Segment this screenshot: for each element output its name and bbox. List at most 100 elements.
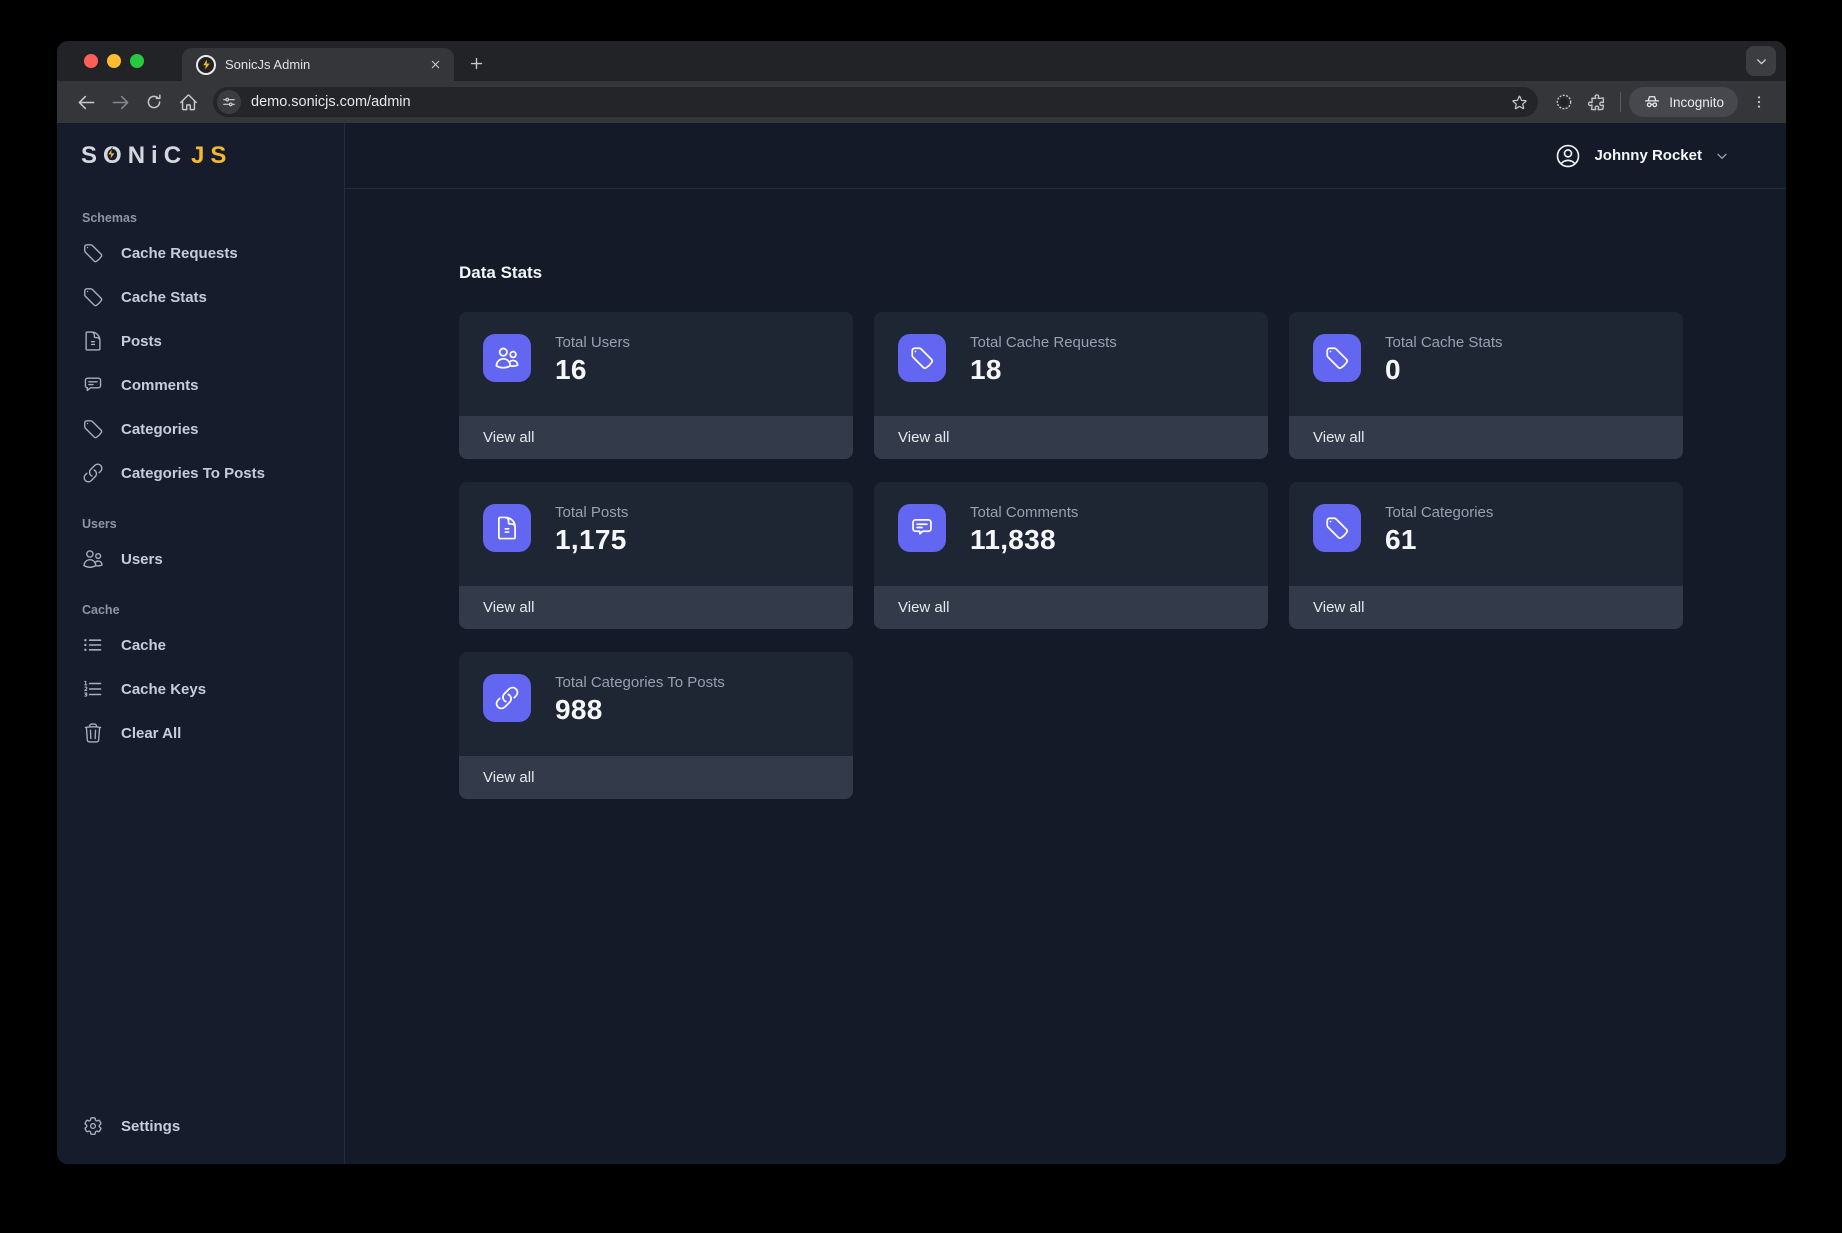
section-label-users: Users <box>57 495 344 537</box>
sidebar-item-label: Cache Stats <box>121 289 207 306</box>
main-header: Johnny Rocket <box>345 123 1786 189</box>
new-tab-button[interactable] <box>462 49 490 77</box>
url-text[interactable]: demo.sonicjs.com/admin <box>251 94 1506 110</box>
stat-label: Total Users <box>555 334 630 351</box>
tab-close-icon[interactable] <box>426 56 444 74</box>
user-menu[interactable]: Johnny Rocket <box>1554 142 1730 170</box>
sidebar-item-cache[interactable]: Cache <box>57 623 344 667</box>
sidebar-item-categories-to-posts[interactable]: Categories To Posts <box>57 451 344 495</box>
sidebar-item-label: Categories To Posts <box>121 465 265 482</box>
sidebar-item-settings[interactable]: Settings <box>57 1104 344 1148</box>
stat-value: 18 <box>970 354 1117 386</box>
url-bar[interactable]: demo.sonicjs.com/admin <box>213 87 1538 117</box>
section-label-cache: Cache <box>57 581 344 623</box>
zoom-window-button[interactable] <box>130 54 144 68</box>
main-area: Johnny Rocket Data Stats Total Users 16 <box>345 123 1786 1164</box>
close-window-button[interactable] <box>84 54 98 68</box>
stat-value: 16 <box>555 354 630 386</box>
sidebar: SONiCJS Schemas Cache Requests Cache Sta… <box>57 123 345 1164</box>
dashboard-content: Data Stats Total Users 16 View all <box>345 189 1786 1164</box>
toolbar-separator <box>1620 92 1621 112</box>
logo-row: SONiCJS <box>57 123 344 189</box>
forward-button[interactable] <box>103 85 137 119</box>
back-button[interactable] <box>69 85 103 119</box>
trash-icon <box>82 722 104 744</box>
list-icon <box>82 634 104 656</box>
browser-tab[interactable]: SonicJs Admin <box>182 48 454 81</box>
sidebar-item-label: Posts <box>121 333 162 350</box>
browser-menu-icon[interactable] <box>1744 87 1774 117</box>
sidebar-item-label: Categories <box>121 421 199 438</box>
view-all-link[interactable]: View all <box>459 416 853 459</box>
bookmark-star-icon[interactable] <box>1506 89 1532 115</box>
sidebar-item-categories[interactable]: Categories <box>57 407 344 451</box>
sonicjs-favicon-icon <box>196 55 216 75</box>
tab-title: SonicJs Admin <box>225 57 426 72</box>
users-icon <box>483 334 531 382</box>
stat-card-total-categories: Total Categories 61 View all <box>1289 482 1683 629</box>
reload-button[interactable] <box>137 85 171 119</box>
stat-card-total-cache-stats: Total Cache Stats 0 View all <box>1289 312 1683 459</box>
home-button[interactable] <box>171 85 205 119</box>
minimize-window-button[interactable] <box>107 54 121 68</box>
section-label-schemas: Schemas <box>57 189 344 231</box>
tag-icon <box>82 286 104 308</box>
stat-label: Total Posts <box>555 504 628 521</box>
sidebar-item-label: Cache Requests <box>121 245 238 262</box>
site-info-icon[interactable] <box>217 90 241 114</box>
stat-value: 61 <box>1385 524 1493 556</box>
stat-value: 1,175 <box>555 524 628 556</box>
stat-card-total-posts: Total Posts 1,175 View all <box>459 482 853 629</box>
sidebar-item-users[interactable]: Users <box>57 537 344 581</box>
sonicjs-admin-app: SONiCJS Schemas Cache Requests Cache Sta… <box>57 123 1786 1164</box>
sidebar-item-label: Comments <box>121 377 199 394</box>
sidebar-item-comments[interactable]: Comments <box>57 363 344 407</box>
lightning-bolt-icon <box>105 146 118 162</box>
stat-card-total-comments: Total Comments 11,838 View all <box>874 482 1268 629</box>
chat-icon <box>82 374 104 396</box>
stat-label: Total Categories <box>1385 504 1493 521</box>
view-all-link[interactable]: View all <box>874 416 1268 459</box>
stat-label: Total Cache Stats <box>1385 334 1503 351</box>
stat-card-total-cache-requests: Total Cache Requests 18 View all <box>874 312 1268 459</box>
sidebar-item-label: Users <box>121 551 163 568</box>
chat-icon <box>898 504 946 552</box>
document-icon <box>483 504 531 552</box>
stats-card-grid: Total Users 16 View all Total Cache Requ… <box>459 312 1786 799</box>
traffic-lights <box>57 54 144 81</box>
tag-icon <box>898 334 946 382</box>
view-all-link[interactable]: View all <box>1289 416 1683 459</box>
chevron-down-icon <box>1714 148 1730 164</box>
privacy-badge-icon[interactable] <box>1548 86 1580 118</box>
page-title: Data Stats <box>459 263 1786 283</box>
stat-label: Total Comments <box>970 504 1078 521</box>
stat-value: 0 <box>1385 354 1503 386</box>
sidebar-item-posts[interactable]: Posts <box>57 319 344 363</box>
view-all-link[interactable]: View all <box>1289 586 1683 629</box>
tab-search-button[interactable] <box>1746 46 1776 76</box>
sidebar-item-label: Settings <box>121 1118 180 1135</box>
sidebar-item-clear-all[interactable]: Clear All <box>57 711 344 755</box>
gear-icon <box>82 1115 104 1137</box>
tag-icon <box>1313 504 1361 552</box>
link-icon <box>483 674 531 722</box>
incognito-label: Incognito <box>1669 95 1724 110</box>
tag-icon <box>82 418 104 440</box>
stat-value: 988 <box>555 694 725 726</box>
sidebar-item-cache-requests[interactable]: Cache Requests <box>57 231 344 275</box>
browser-toolbar: demo.sonicjs.com/admin Incognito <box>57 81 1786 123</box>
link-icon <box>82 462 104 484</box>
sidebar-item-cache-stats[interactable]: Cache Stats <box>57 275 344 319</box>
view-all-link[interactable]: View all <box>459 756 853 799</box>
view-all-link[interactable]: View all <box>459 586 853 629</box>
sidebar-item-label: Clear All <box>121 725 181 742</box>
stat-value: 11,838 <box>970 524 1078 556</box>
extensions-puzzle-icon[interactable] <box>1580 86 1612 118</box>
document-icon <box>82 330 104 352</box>
view-all-link[interactable]: View all <box>874 586 1268 629</box>
tag-icon <box>1313 334 1361 382</box>
logo-letters-js: JS <box>191 142 232 170</box>
sidebar-item-cache-keys[interactable]: Cache Keys <box>57 667 344 711</box>
sonicjs-logo[interactable]: SONiCJS <box>81 142 232 170</box>
sidebar-item-label: Cache <box>121 637 166 654</box>
